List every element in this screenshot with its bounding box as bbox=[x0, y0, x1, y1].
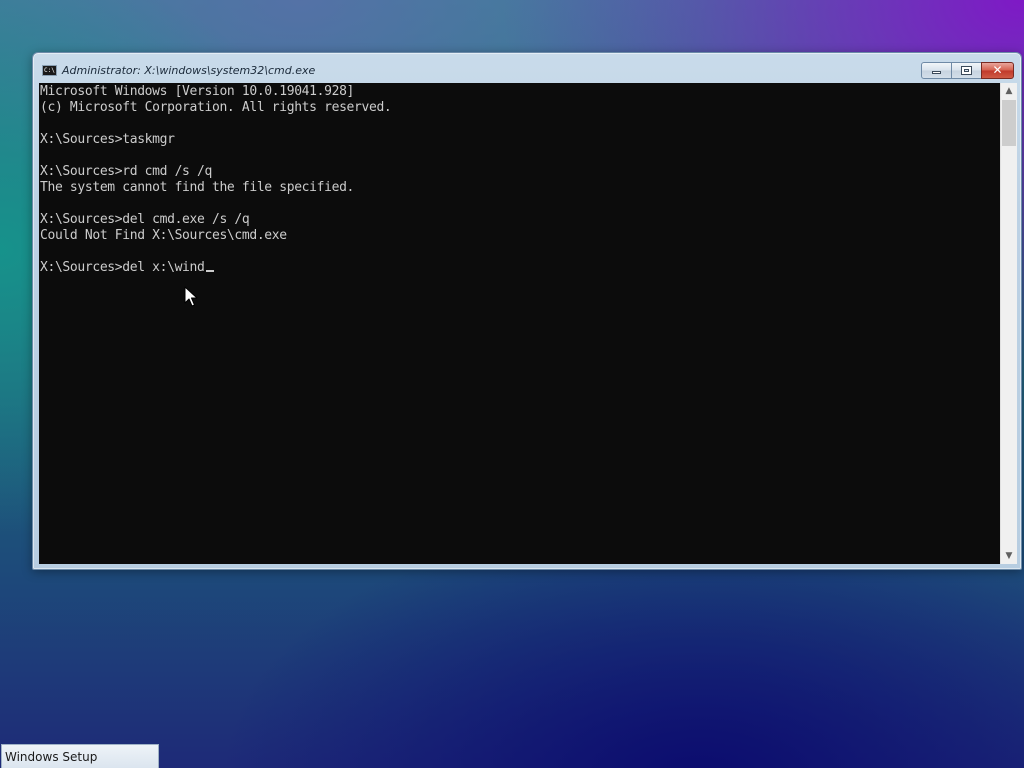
console-line: The system cannot find the file specifie… bbox=[40, 180, 355, 195]
maximize-button[interactable] bbox=[951, 62, 982, 79]
text-cursor bbox=[205, 270, 214, 272]
taskbar-item-windows-setup[interactable]: Windows Setup bbox=[1, 744, 159, 768]
minimize-button[interactable] bbox=[921, 62, 952, 79]
scrollbar-thumb[interactable] bbox=[1002, 100, 1016, 146]
vertical-scrollbar[interactable]: ▲ ▼ bbox=[1000, 83, 1017, 564]
cmd-console-icon[interactable]: C:\ bbox=[42, 65, 57, 76]
console-line: X:\Sources>rd cmd /s /q bbox=[40, 164, 212, 179]
window-title: Administrator: X:\windows\system32\cmd.e… bbox=[62, 64, 316, 77]
console-window: C:\ Administrator: X:\windows\system32\c… bbox=[32, 52, 1022, 570]
console-line: X:\Sources>taskmgr bbox=[40, 132, 175, 147]
console-text-block: Microsoft Windows [Version 10.0.19041.92… bbox=[40, 84, 392, 276]
close-button[interactable]: ✕ bbox=[981, 62, 1014, 79]
console-output[interactable]: Microsoft Windows [Version 10.0.19041.92… bbox=[39, 83, 1000, 564]
console-line: Microsoft Windows [Version 10.0.19041.92… bbox=[40, 84, 355, 99]
mouse-pointer-icon bbox=[184, 286, 198, 307]
restore-icon bbox=[961, 66, 972, 75]
console-line: Could Not Find X:\Sources\cmd.exe bbox=[40, 228, 287, 243]
scroll-up-arrow-icon[interactable]: ▲ bbox=[1001, 83, 1017, 99]
close-icon: ✕ bbox=[992, 63, 1003, 77]
scroll-down-arrow-icon[interactable]: ▼ bbox=[1001, 548, 1017, 564]
minimize-icon bbox=[932, 71, 941, 74]
console-input-line[interactable]: X:\Sources>del x:\wind bbox=[40, 260, 391, 276]
caption-buttons: ✕ bbox=[921, 62, 1014, 80]
console-current-command[interactable]: X:\Sources>del x:\wind bbox=[40, 260, 205, 275]
console-line: (c) Microsoft Corporation. All rights re… bbox=[40, 100, 392, 115]
console-line: X:\Sources>del cmd.exe /s /q bbox=[40, 212, 250, 227]
title-bar[interactable]: C:\ Administrator: X:\windows\system32\c… bbox=[33, 53, 1021, 83]
